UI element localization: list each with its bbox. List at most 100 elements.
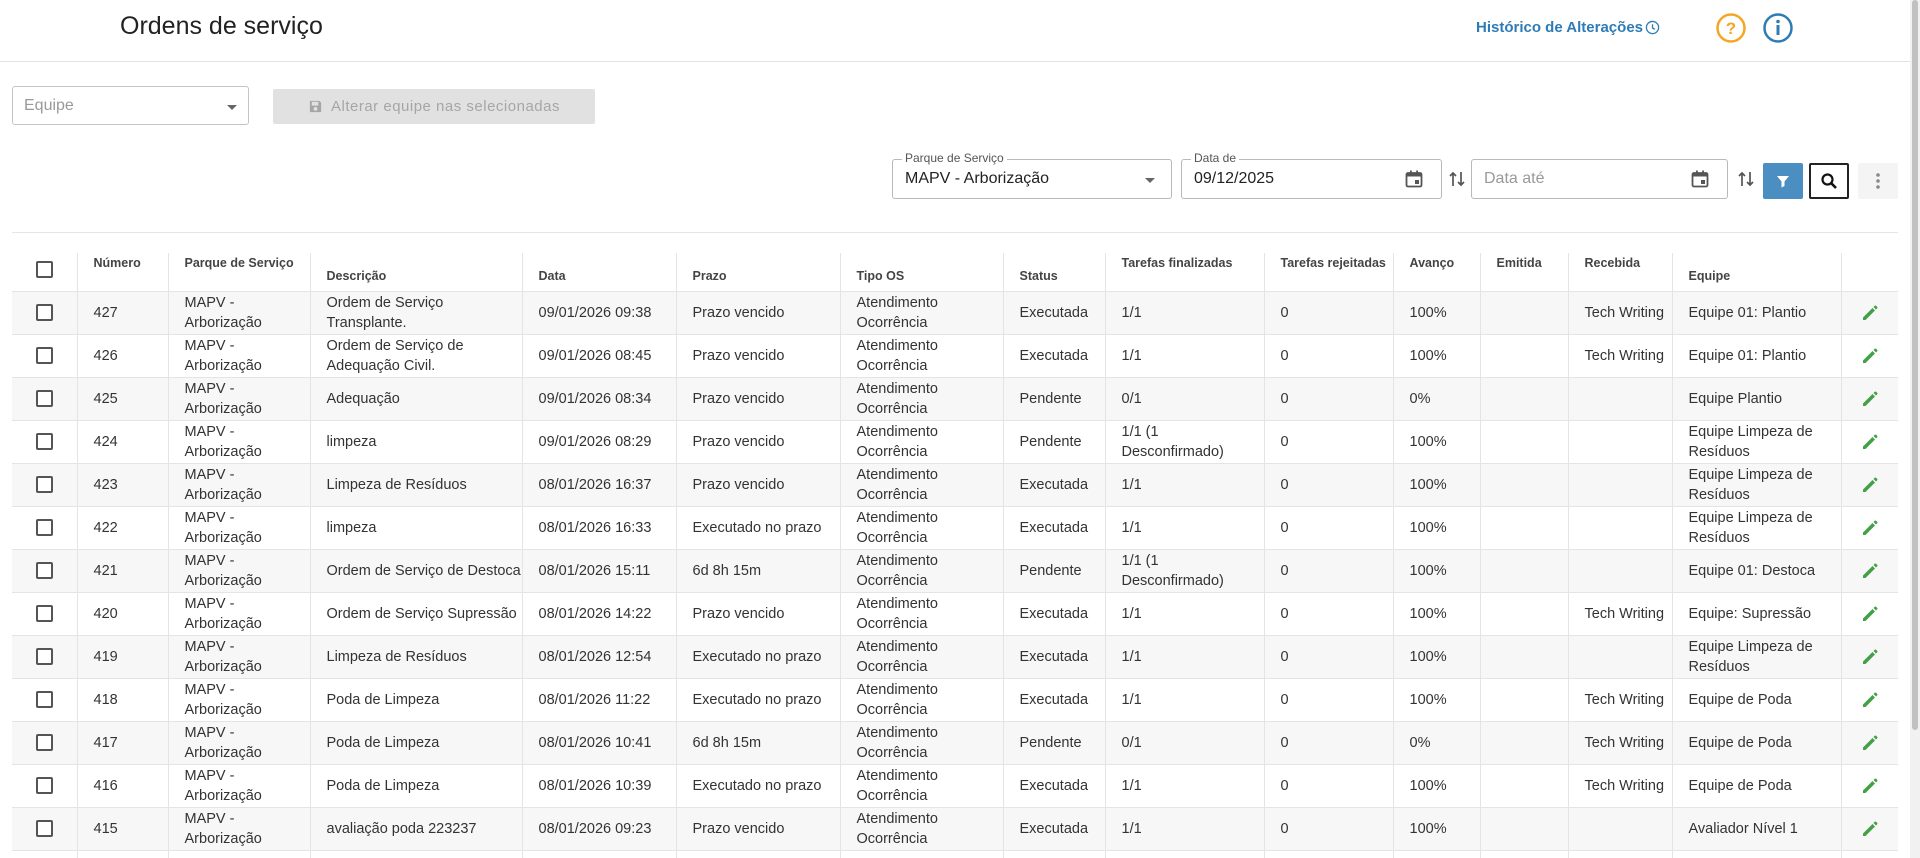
- col-header-parque[interactable]: Parque de Serviço: [168, 253, 311, 291]
- tarefas-finalizadas-cell: 1/1: [1105, 333, 1265, 377]
- chevron-down-icon: [227, 105, 237, 110]
- row-checkbox[interactable]: [35, 691, 53, 709]
- tarefas-rejeitadas-cell: 0: [1264, 634, 1394, 678]
- col-header-status[interactable]: Status: [1003, 253, 1106, 291]
- table-row[interactable]: 419 MAPV - Arborização Limpeza de Resíduos…: [12, 634, 1898, 678]
- row-checkbox[interactable]: [35, 820, 53, 838]
- row-actions-cell: [1841, 333, 1898, 377]
- vertical-scrollbar[interactable]: [1910, 0, 1920, 858]
- edit-icon[interactable]: [1860, 518, 1880, 538]
- row-select-cell: [12, 806, 78, 850]
- parque-cell: MAPV - Arborização: [168, 806, 311, 850]
- row-checkbox[interactable]: [35, 734, 53, 752]
- select-all-checkbox[interactable]: [35, 261, 53, 278]
- prazo-cell: 6d 8h 15m: [676, 720, 841, 764]
- table-row[interactable]: 425 MAPV - Arborização Adequação 09/01/2026…: [12, 376, 1898, 420]
- row-actions-cell: [1841, 376, 1898, 420]
- edit-icon[interactable]: [1860, 389, 1880, 409]
- table-row[interactable]: 415 MAPV - Arborização avaliação poda 2232…: [12, 806, 1898, 850]
- help-icon[interactable]: ?: [1715, 12, 1747, 44]
- edit-icon[interactable]: [1860, 475, 1880, 495]
- parque-cell: MAPV - Arborização: [168, 419, 311, 463]
- edit-icon[interactable]: [1860, 776, 1880, 796]
- team-select[interactable]: Equipe: [12, 86, 249, 125]
- equipe-cell: Equipe 01: Plantio: [1672, 333, 1842, 377]
- history-link[interactable]: Histórico de Alterações: [1476, 19, 1660, 36]
- table-row[interactable]: 424 MAPV - Arborização limpeza 09/01/2026 0…: [12, 419, 1898, 463]
- row-select-cell: [12, 720, 78, 764]
- edit-icon[interactable]: [1860, 819, 1880, 839]
- tarefas-rejeitadas-cell: 0: [1264, 677, 1394, 721]
- scrollbar-thumb[interactable]: [1912, 0, 1918, 730]
- col-header-actions: [1841, 253, 1898, 291]
- col-header-tarefas-finalizadas[interactable]: Tarefas finalizadas: [1105, 253, 1265, 291]
- row-checkbox[interactable]: [35, 648, 53, 666]
- table-row[interactable]: 416 MAPV - Arborização Poda de Limpeza 08/0…: [12, 763, 1898, 807]
- col-header-equipe[interactable]: Equipe: [1672, 253, 1842, 291]
- numero-cell: 423: [77, 462, 169, 506]
- table-row[interactable]: 423 MAPV - Arborização Limpeza de Resíduos…: [12, 462, 1898, 506]
- equipe-cell: Avaliador Nível 1: [1672, 806, 1842, 850]
- edit-icon[interactable]: [1860, 303, 1880, 323]
- edit-icon[interactable]: [1860, 647, 1880, 667]
- row-checkbox[interactable]: [35, 304, 53, 322]
- sort-icon[interactable]: [1737, 169, 1755, 189]
- date-to-field[interactable]: Data até: [1471, 159, 1728, 199]
- row-checkbox[interactable]: [35, 519, 53, 537]
- equipe-cell: Equipe 01: Destoca: [1672, 548, 1842, 592]
- avanco-cell: 100%: [1393, 591, 1481, 635]
- tarefas-rejeitadas-cell: 0: [1264, 376, 1394, 420]
- parque-select[interactable]: Parque de Serviço MAPV - Arborização: [892, 151, 1172, 199]
- search-button[interactable]: [1809, 163, 1849, 199]
- row-checkbox[interactable]: [35, 476, 53, 494]
- col-header-prazo[interactable]: Prazo: [676, 253, 841, 291]
- data-cell: 08/01/2026 16:37: [522, 462, 677, 506]
- filter-button[interactable]: [1763, 163, 1803, 199]
- app-header: Ordens de serviço Histórico de Alteraçõe…: [0, 0, 1910, 62]
- table-row[interactable]: 427 MAPV - Arborização Ordem de Serviço Tr…: [12, 290, 1898, 334]
- edit-icon[interactable]: [1860, 432, 1880, 452]
- row-checkbox[interactable]: [35, 433, 53, 451]
- table-row[interactable]: 418 MAPV - Arborização Poda de Limpeza 08/0…: [12, 677, 1898, 721]
- table-row[interactable]: 417 MAPV - Arborização Poda de Limpeza 08/0…: [12, 720, 1898, 764]
- row-checkbox[interactable]: [35, 605, 53, 623]
- more-options-button[interactable]: [1858, 163, 1898, 199]
- edit-icon[interactable]: [1860, 733, 1880, 753]
- status-cell: Executada: [1003, 505, 1106, 549]
- numero-cell: 421: [77, 548, 169, 592]
- calendar-icon[interactable]: [1404, 169, 1424, 189]
- row-checkbox[interactable]: [35, 390, 53, 408]
- col-header-tipo-os[interactable]: Tipo OS: [840, 253, 1004, 291]
- table-row[interactable]: 422 MAPV - Arborização limpeza 08/01/2026 1…: [12, 505, 1898, 549]
- col-header-recebida[interactable]: Recebida: [1568, 253, 1673, 291]
- table-row[interactable]: 421 MAPV - Arborização Ordem de Serviço de…: [12, 548, 1898, 592]
- tarefas-finalizadas-cell: 1/1: [1105, 677, 1265, 721]
- row-checkbox[interactable]: [35, 562, 53, 580]
- row-checkbox[interactable]: [35, 347, 53, 365]
- select-all-cell: [12, 253, 78, 291]
- col-header-numero[interactable]: Número: [77, 253, 169, 291]
- row-checkbox[interactable]: [35, 777, 53, 795]
- service-orders-table: Número Parque de Serviço Descrição Data …: [12, 253, 1898, 858]
- col-header-tarefas-rejeitadas[interactable]: Tarefas rejeitadas: [1264, 253, 1394, 291]
- edit-icon[interactable]: [1860, 604, 1880, 624]
- sort-icon[interactable]: [1448, 169, 1466, 189]
- alter-team-button[interactable]: Alterar equipe nas selecionadas: [273, 89, 595, 124]
- edit-icon[interactable]: [1860, 690, 1880, 710]
- col-header-data[interactable]: Data: [522, 253, 677, 291]
- table-row[interactable]: 420 MAPV - Arborização Ordem de Serviço Su…: [12, 591, 1898, 635]
- date-from-field[interactable]: Data de 09/12/2025: [1181, 151, 1442, 199]
- table-row[interactable]: 426 MAPV - Arborização Ordem de Serviço de…: [12, 333, 1898, 377]
- data-cell: 08/01/2026 15:11: [522, 548, 677, 592]
- col-header-descricao[interactable]: Descrição: [310, 253, 523, 291]
- data-cell: 08/01/2026 09:23: [522, 806, 677, 850]
- edit-icon[interactable]: [1860, 346, 1880, 366]
- col-header-avanco[interactable]: Avanço: [1393, 253, 1481, 291]
- info-icon[interactable]: [1762, 12, 1794, 44]
- calendar-icon[interactable]: [1690, 169, 1710, 189]
- table-row[interactable]: MAPV - Atendimento: [12, 849, 1898, 858]
- col-header-emitida[interactable]: Emitida: [1480, 253, 1569, 291]
- edit-icon[interactable]: [1860, 561, 1880, 581]
- tarefas-finalizadas-cell: 1/1: [1105, 763, 1265, 807]
- row-actions-cell: [1841, 548, 1898, 592]
